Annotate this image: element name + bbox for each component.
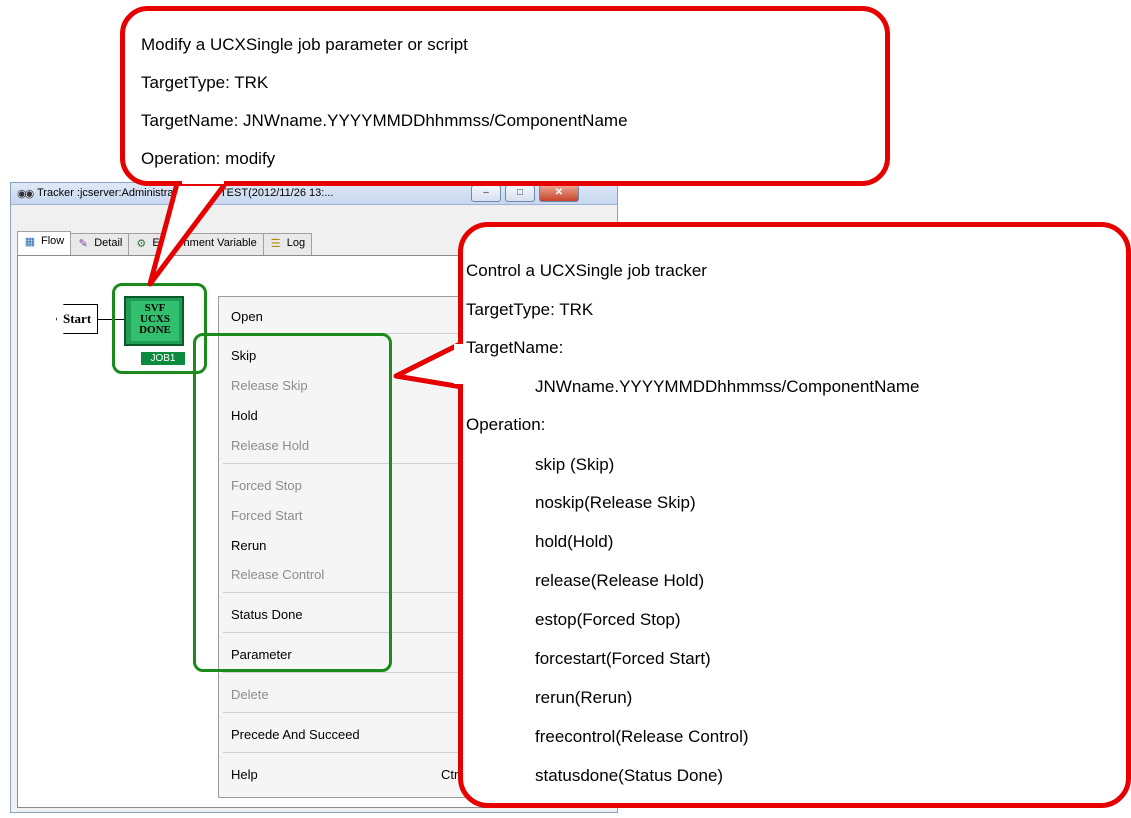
tab-flow-label: Flow: [41, 235, 65, 247]
right-callout-line-4: JNWname.YYYYMMDDhhmmss/ComponentName: [535, 377, 920, 396]
environment-variable-icon: ⚙: [136, 238, 147, 250]
right-callout-line-1: Control a UCXSingle job tracker: [466, 261, 707, 280]
menu-separator: [223, 712, 477, 713]
log-icon: ☰: [270, 238, 281, 250]
top-callout-line-3: TargetName: JNWname.YYYYMMDDhhmmss/Compo…: [141, 111, 628, 130]
menu-item-open[interactable]: Open: [231, 309, 263, 324]
right-callout-line-10: estop(Forced Stop): [535, 610, 681, 629]
top-callout-pointer-join: [182, 176, 224, 184]
tab-environment-variable[interactable]: ⚙ Environment Variable: [128, 233, 264, 255]
menu-item-precede-and-succeed[interactable]: Precede And Succeed: [231, 727, 360, 742]
right-callout-line-9: release(Release Hold): [535, 571, 705, 590]
tab-detail[interactable]: ✎ Detail: [70, 233, 130, 255]
tab-bar: ▦ Flow ✎ Detail ⚙ Environment Variable ☰…: [17, 231, 313, 255]
right-callout-line-12: rerun(Rerun): [535, 688, 633, 707]
right-callout-line-14: statusdone(Status Done): [535, 766, 724, 785]
right-callout-line-8: hold(Hold): [535, 532, 614, 551]
window-title: Tracker :jcserver:Administrator:UCXSTEST…: [37, 187, 334, 199]
maximize-button[interactable]: □: [505, 185, 535, 202]
menu-item-delete[interactable]: Delete: [231, 687, 269, 702]
top-callout-line-4: Operation: modify: [141, 149, 276, 168]
right-callout-line-5: Operation:: [466, 415, 546, 434]
tab-log-label: Log: [286, 237, 306, 249]
right-callout-line-13: freecontrol(Release Control): [535, 727, 749, 746]
tab-detail-label: Detail: [94, 237, 123, 249]
right-callout-pointer-join: [454, 344, 468, 384]
top-callout-line-1: Modify a UCXSingle job parameter or scri…: [141, 35, 468, 54]
tab-flow[interactable]: ▦ Flow: [17, 231, 72, 255]
title-bar[interactable]: ◉◉ Tracker :jcserver:Administrator:UCXST…: [11, 183, 617, 205]
flow-icon: ▦: [24, 236, 36, 248]
right-callout-line-7: noskip(Release Skip): [535, 493, 696, 512]
close-button[interactable]: ✕: [539, 185, 579, 202]
right-callout: Control a UCXSingle job tracker TargetTy…: [458, 222, 1131, 808]
menu-separator: [223, 752, 477, 753]
detail-icon: ✎: [78, 238, 88, 250]
menu-item-help[interactable]: Help: [231, 767, 258, 782]
right-callout-line-2: TargetType: TRK: [466, 300, 594, 319]
right-callout-line-6: skip (Skip): [535, 455, 615, 474]
right-callout-line-3: TargetName:: [466, 338, 564, 357]
menu-highlight: [193, 333, 392, 672]
tab-log[interactable]: ☰ Log: [262, 233, 313, 255]
right-callout-line-11: forcestart(Forced Start): [535, 649, 711, 668]
top-callout-line-2: TargetType: TRK: [141, 73, 269, 92]
tab-environment-variable-label: Environment Variable: [152, 237, 257, 249]
minimize-button[interactable]: –: [471, 185, 501, 202]
start-node[interactable]: Start: [56, 304, 98, 334]
tracker-app-icon: ◉◉: [17, 188, 34, 200]
menu-separator: [223, 672, 477, 673]
top-callout: Modify a UCXSingle job parameter or scri…: [120, 6, 890, 186]
